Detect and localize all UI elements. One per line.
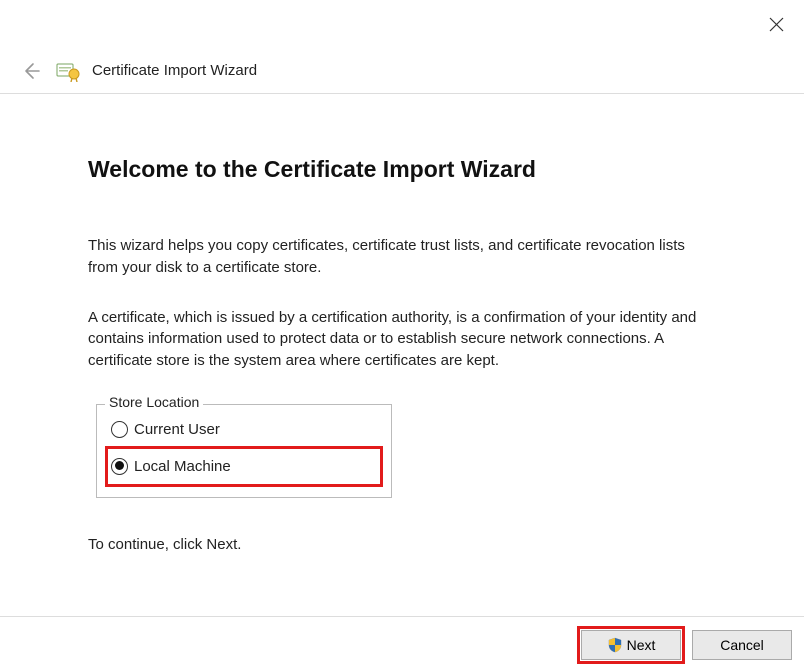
close-button[interactable] [762, 10, 790, 38]
next-button-label: Next [627, 637, 656, 653]
radio-label: Current User [134, 421, 220, 438]
intro-paragraph: This wizard helps you copy certificates,… [88, 235, 716, 279]
titlebar [0, 0, 804, 48]
page-heading: Welcome to the Certificate Import Wizard [88, 156, 716, 183]
uac-shield-icon [607, 637, 623, 653]
next-button[interactable]: Next [581, 630, 681, 660]
header-title: Certificate Import Wizard [92, 62, 257, 79]
close-icon [769, 17, 784, 32]
radio-icon [111, 458, 128, 475]
radio-current-user[interactable]: Current User [107, 415, 381, 444]
radio-icon [111, 421, 128, 438]
back-button[interactable] [18, 58, 44, 84]
radio-label: Local Machine [134, 458, 231, 475]
certificate-wizard-icon [56, 60, 82, 82]
arrow-left-icon [21, 61, 41, 81]
continue-hint: To continue, click Next. [88, 536, 716, 553]
cancel-button-label: Cancel [720, 637, 764, 653]
wizard-content: Welcome to the Certificate Import Wizard… [0, 94, 804, 553]
cancel-button[interactable]: Cancel [692, 630, 792, 660]
wizard-footer: Next Cancel [0, 616, 804, 672]
store-location-group: Store Location Current User Local Machin… [96, 404, 392, 498]
radio-local-machine[interactable]: Local Machine [107, 448, 381, 485]
wizard-header: Certificate Import Wizard [0, 48, 804, 94]
description-paragraph: A certificate, which is issued by a cert… [88, 307, 716, 372]
next-button-highlight: Next [580, 629, 682, 661]
store-location-legend: Store Location [105, 394, 203, 410]
